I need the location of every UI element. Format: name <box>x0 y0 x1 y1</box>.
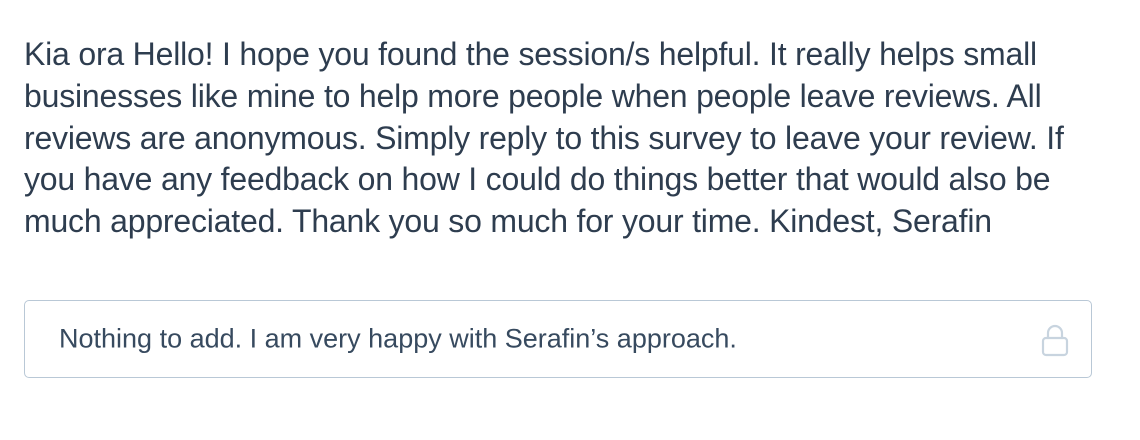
lock-icon <box>1041 324 1069 357</box>
answer-field[interactable]: Nothing to add. I am very happy with Ser… <box>24 300 1092 378</box>
survey-question: Kia ora Hello! I hope you found the sess… <box>24 36 1064 240</box>
answer-text: Nothing to add. I am very happy with Ser… <box>59 323 737 354</box>
